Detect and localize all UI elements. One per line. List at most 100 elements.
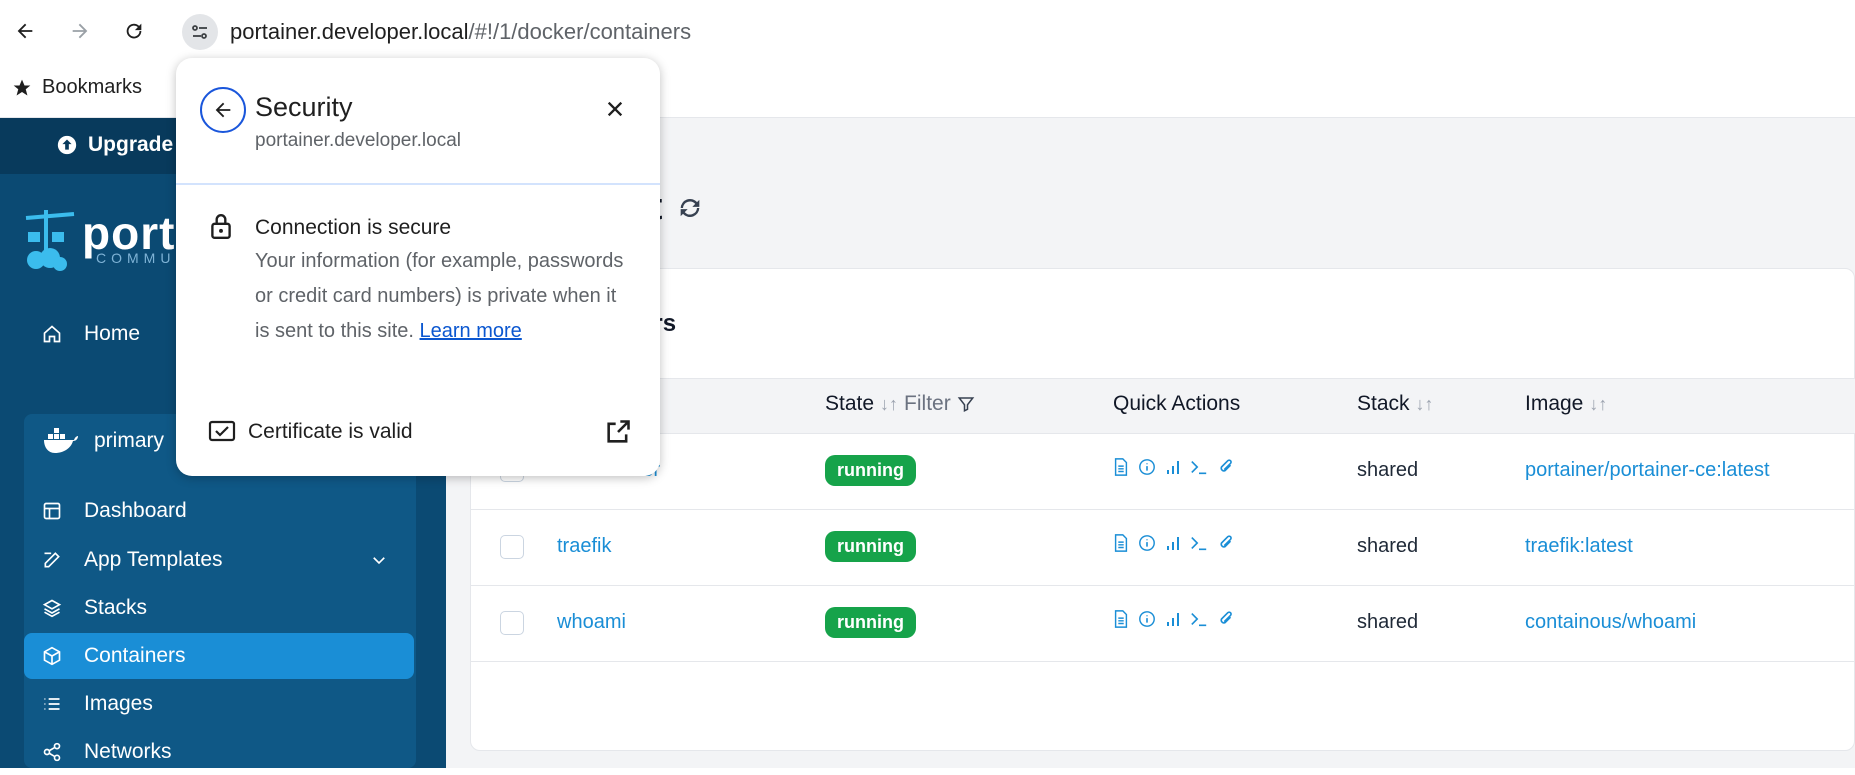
- attach-icon[interactable]: [1217, 458, 1235, 476]
- sidebar-item-dashboard[interactable]: Dashboard: [24, 488, 414, 534]
- column-stack[interactable]: Stack ↓↑: [1357, 392, 1434, 416]
- learn-more-link[interactable]: Learn more: [420, 320, 522, 342]
- external-link-icon[interactable]: [604, 418, 632, 446]
- row-checkbox[interactable]: [500, 535, 524, 559]
- arrow-left-icon: [17, 23, 33, 39]
- upgrade-button[interactable]: Upgrade: [56, 133, 173, 157]
- column-state[interactable]: State ↓↑ Filter: [825, 392, 975, 416]
- attach-icon[interactable]: [1217, 534, 1235, 552]
- connection-title: Connection is secure: [255, 216, 452, 239]
- info-icon[interactable]: [1138, 458, 1156, 476]
- box-icon: [43, 646, 61, 666]
- reload-button[interactable]: [117, 14, 151, 48]
- logs-icon[interactable]: [1113, 458, 1129, 476]
- url-host: portainer.developer.local: [230, 19, 469, 44]
- upgrade-label: Upgrade: [88, 133, 174, 156]
- sidebar-item-label: Images: [84, 692, 153, 715]
- console-icon[interactable]: [1190, 458, 1208, 476]
- sidebar-item-stacks[interactable]: Stacks: [24, 585, 414, 631]
- sort-icon: ↓↑: [880, 393, 899, 414]
- stats-icon[interactable]: [1165, 458, 1181, 476]
- sidebar-item-label: Containers: [84, 644, 186, 667]
- column-image-label: Image: [1525, 392, 1584, 415]
- console-icon[interactable]: [1190, 534, 1208, 552]
- quick-actions: [1113, 458, 1235, 476]
- bookmarks-label: Bookmarks: [42, 76, 143, 98]
- image-link[interactable]: traefik:latest: [1525, 535, 1633, 558]
- info-icon[interactable]: [1138, 534, 1156, 552]
- container-name-link[interactable]: whoami: [557, 611, 626, 634]
- popup-title: Security: [255, 92, 353, 122]
- sidebar-item-label: App Templates: [84, 548, 223, 571]
- browser-toolbar: portainer.developer.local/#!/1/docker/co…: [0, 0, 1855, 64]
- sort-icon: ↓↑: [1589, 393, 1608, 414]
- arrow-right-icon: [72, 23, 88, 39]
- quick-actions: [1113, 610, 1235, 628]
- status-badge: running: [825, 531, 916, 562]
- arrow-left-icon: [215, 102, 231, 118]
- image-link[interactable]: containous/whoami: [1525, 611, 1696, 634]
- address-bar[interactable]: portainer.developer.local/#!/1/docker/co…: [230, 19, 691, 45]
- logs-icon[interactable]: [1113, 610, 1129, 628]
- column-state-label: State: [825, 392, 875, 415]
- stack-cell: shared: [1357, 459, 1419, 481]
- stack-cell: shared: [1357, 611, 1419, 633]
- quick-actions: [1113, 534, 1235, 552]
- sidebar-item-images[interactable]: Images: [24, 681, 414, 727]
- column-quick-actions: Quick Actions: [1113, 392, 1240, 416]
- container-name-link[interactable]: traefik: [557, 535, 611, 558]
- row-checkbox[interactable]: [500, 611, 524, 635]
- info-icon[interactable]: [1138, 610, 1156, 628]
- sidebar-item-label: Networks: [84, 740, 172, 763]
- close-icon: [607, 101, 623, 117]
- status-badge: running: [825, 455, 916, 486]
- filter-icon[interactable]: [957, 395, 975, 413]
- chevron-down-icon: [373, 557, 385, 565]
- column-quick-actions-label: Quick Actions: [1113, 392, 1241, 415]
- logs-icon[interactable]: [1113, 534, 1129, 552]
- sort-icon: ↓↑: [1415, 393, 1434, 414]
- certificate-label[interactable]: Certificate is valid: [248, 420, 413, 444]
- sidebar-item-label: Home: [84, 322, 141, 345]
- dashboard-icon: [43, 502, 61, 520]
- popup-divider: [176, 183, 660, 185]
- list-icon: [44, 698, 60, 710]
- environment-header[interactable]: primary: [42, 428, 164, 454]
- back-button[interactable]: [8, 14, 42, 48]
- attach-icon[interactable]: [1217, 610, 1235, 628]
- url-path: /#!/1/docker/containers: [468, 19, 692, 44]
- site-info-button[interactable]: [182, 14, 218, 50]
- docker-icon: [44, 428, 78, 453]
- status-badge: running: [825, 607, 916, 638]
- sidebar-item-networks[interactable]: Networks: [24, 729, 414, 775]
- share-icon: [43, 742, 61, 762]
- environment-name: primary: [94, 429, 165, 452]
- forward-button[interactable]: [63, 14, 97, 48]
- column-image[interactable]: Image ↓↑: [1525, 392, 1607, 416]
- sidebar-item-label: Stacks: [84, 596, 148, 619]
- stats-icon[interactable]: [1165, 610, 1181, 628]
- lock-icon: [211, 214, 231, 240]
- tune-icon: [192, 25, 207, 39]
- certificate-icon: [208, 420, 236, 442]
- stack-cell: shared: [1357, 535, 1419, 557]
- refresh-icon[interactable]: [676, 194, 704, 222]
- filter-label: Filter: [904, 392, 951, 415]
- edit-icon: [44, 552, 60, 568]
- image-link[interactable]: portainer/portainer-ce:latest: [1525, 459, 1770, 482]
- connection-text: Your information (for example, passwords…: [255, 244, 635, 349]
- home-icon: [43, 325, 61, 343]
- arrow-up-circle-icon: [57, 135, 77, 155]
- back-button[interactable]: [200, 87, 246, 133]
- sidebar-item-app-templates[interactable]: App Templates: [24, 537, 414, 583]
- column-stack-label: Stack: [1357, 392, 1410, 415]
- console-icon[interactable]: [1190, 610, 1208, 628]
- sidebar-item-containers[interactable]: Containers: [24, 633, 414, 679]
- layers-icon: [42, 599, 62, 618]
- reload-icon: [126, 23, 142, 39]
- close-button[interactable]: [602, 96, 628, 122]
- star-icon: [13, 79, 31, 95]
- bookmarks-button[interactable]: Bookmarks: [12, 76, 142, 99]
- stats-icon[interactable]: [1165, 534, 1181, 552]
- popup-subtitle: portainer.developer.local: [255, 130, 461, 151]
